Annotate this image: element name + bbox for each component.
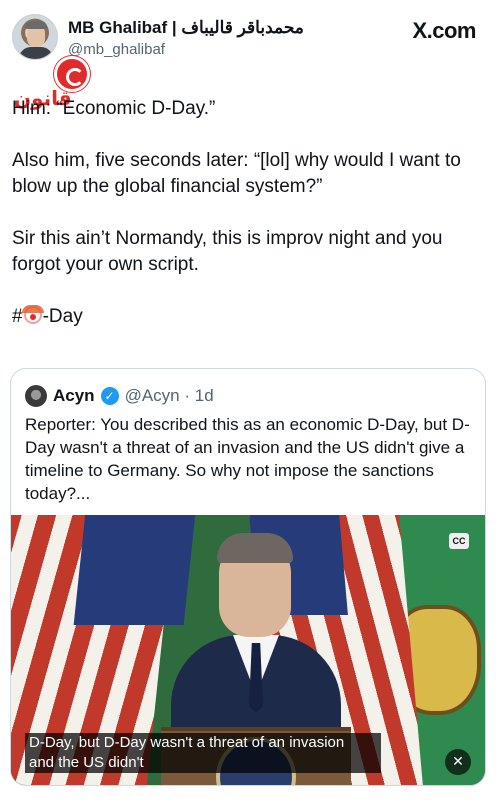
quoted-author-name: Acyn <box>53 386 95 405</box>
quoted-author-avatar <box>25 385 47 407</box>
clown-face-emoji-icon <box>21 305 44 324</box>
post-paragraph: Sir this ain’t Normandy, this is improv … <box>12 228 443 275</box>
post-body: Him: “Economic D-Day.” Also him, five se… <box>12 96 488 356</box>
caption-line: and the US didn't <box>29 754 144 771</box>
speaker-hair <box>217 533 293 563</box>
post-hashtag[interactable]: # -Day <box>12 304 488 330</box>
verified-badge-icon: ✓ <box>100 387 119 405</box>
closed-captions-button[interactable]: CC <box>449 533 469 549</box>
quoted-post-header: Acyn ✓ @Acyn · 1d <box>25 385 214 407</box>
quoted-post-text: Reporter: You described this as an econo… <box>25 415 470 503</box>
post-paragraph: Also him, five seconds later: “[lol] why… <box>12 150 461 197</box>
hashtag-suffix: -Day <box>42 306 83 327</box>
author-display-name[interactable]: MB Ghalibaf | محمدباقر قالیباف <box>68 18 304 38</box>
post-header: MB Ghalibaf | محمدباقر قالیباف @mb_ghali… <box>0 0 496 110</box>
author-avatar[interactable] <box>12 14 58 60</box>
flag-canton <box>73 515 197 625</box>
hashtag-prefix: # <box>12 306 23 327</box>
video-player[interactable]: CC D-Day, but D-Day wasn't a threat of a… <box>11 515 485 785</box>
speaker-muted-icon[interactable]: ✕ <box>445 749 471 775</box>
quoted-author-meta: @Acyn · 1d <box>124 386 214 405</box>
x-com-logo: X.com <box>412 18 476 43</box>
video-captions: D-Day, but D-Day wasn't a threat of an i… <box>25 733 381 773</box>
avatar-hair <box>25 21 47 29</box>
post-paragraph: Him: “Economic D-Day.” <box>12 98 216 119</box>
quoted-post[interactable]: Acyn ✓ @Acyn · 1d Reporter: You describe… <box>10 368 486 786</box>
caption-line: D-Day, but D-Day wasn't a threat of an i… <box>29 734 345 751</box>
